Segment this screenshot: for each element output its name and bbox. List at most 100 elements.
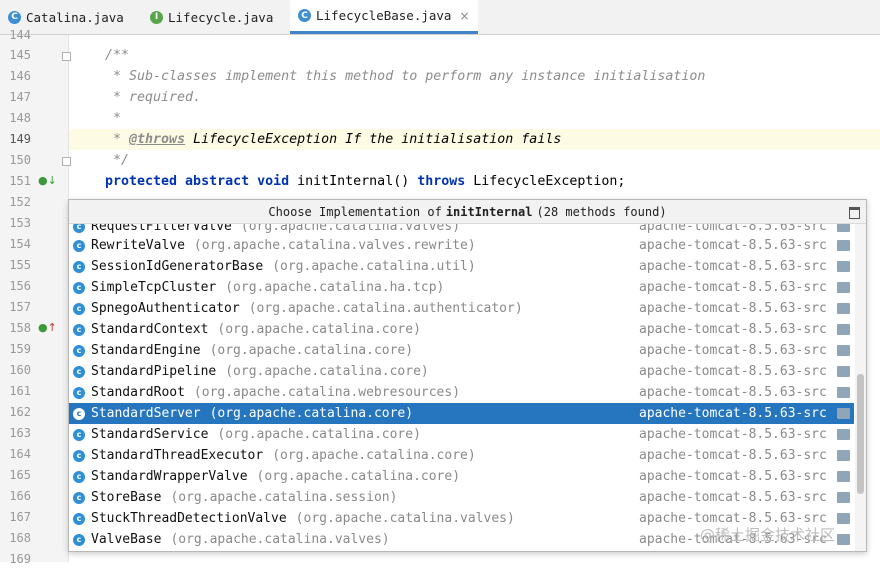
line-number: 151 xyxy=(9,174,31,188)
class-name: RequestFilterValve xyxy=(91,224,232,234)
class-icon: c xyxy=(73,491,85,504)
implementation-list[interactable]: c RequestFilterValve (org.apache.catalin… xyxy=(69,224,854,551)
list-item[interactable]: c StoreBase (org.apache.catalina.session… xyxy=(69,487,854,508)
list-item[interactable]: c StandardThreadExecutor (org.apache.cat… xyxy=(69,445,854,466)
line-number: 146 xyxy=(9,69,31,83)
list-item[interactable]: c StandardEngine (org.apache.catalina.co… xyxy=(69,340,854,361)
package-name: (org.apache.catalina.core) xyxy=(217,427,421,442)
implemented-method-icon[interactable]: ●↓ xyxy=(38,174,57,187)
line-number: 157 xyxy=(9,300,31,314)
folder-icon xyxy=(837,261,850,272)
list-item[interactable]: c SpnegoAuthenticator (org.apache.catali… xyxy=(69,298,854,319)
module-name: apache-tomcat-8.5.63-src xyxy=(639,385,827,400)
code-line: * Sub-classes implement this method to p… xyxy=(105,69,706,84)
module-name: apache-tomcat-8.5.63-src xyxy=(639,406,827,421)
code-line: * @throws LifecycleException If the init… xyxy=(105,129,561,150)
fold-marker-icon[interactable] xyxy=(62,157,71,166)
line-number: 167 xyxy=(9,510,31,524)
class-name: StandardContext xyxy=(91,322,209,337)
class-icon: c xyxy=(73,407,85,420)
module-name: apache-tomcat-8.5.63-src xyxy=(639,259,827,274)
list-item[interactable]: c StandardContext (org.apache.catalina.c… xyxy=(69,319,854,340)
tab-label: Catalina.java xyxy=(26,9,124,25)
keyword: protected abstract void xyxy=(105,174,290,189)
javadoc-tag: @throws xyxy=(129,132,186,147)
module-name: apache-tomcat-8.5.63-src xyxy=(639,238,827,253)
line-number: 150 xyxy=(9,153,31,167)
list-item[interactable]: c RewriteValve (org.apache.catalina.valv… xyxy=(69,235,854,256)
list-item[interactable]: c SimpleTcpCluster (org.apache.catalina.… xyxy=(69,277,854,298)
class-name: StuckThreadDetectionValve xyxy=(91,511,287,526)
interface-icon: I xyxy=(150,10,163,24)
package-name: (org.apache.catalina.util) xyxy=(272,259,476,274)
code-line: * required. xyxy=(105,90,202,105)
module-name: apache-tomcat-8.5.63-src xyxy=(639,427,827,442)
choose-implementation-popup[interactable]: Choose Implementation of initInternal (2… xyxy=(68,199,867,552)
code-token: LifecycleException If the initialisation… xyxy=(185,132,561,147)
tab-lifecyclebase-java[interactable]: C LifecycleBase.java × xyxy=(290,0,478,34)
class-icon: c xyxy=(73,239,85,252)
list-item[interactable]: c StandardWrapperValve (org.apache.catal… xyxy=(69,466,854,487)
line-number: 169 xyxy=(9,552,31,566)
module-name: apache-tomcat-8.5.63-src xyxy=(639,469,827,484)
folder-icon xyxy=(837,492,850,503)
list-item[interactable]: c StandardService (org.apache.catalina.c… xyxy=(69,424,854,445)
list-item[interactable]: c SessionIdGeneratorBase (org.apache.cat… xyxy=(69,256,854,277)
module-name: apache-tomcat-8.5.63-src xyxy=(639,301,827,316)
line-number: 158 xyxy=(9,321,31,335)
folder-icon xyxy=(837,408,850,419)
class-icon: C xyxy=(8,10,21,24)
line-number: 153 xyxy=(9,216,31,230)
class-icon: c xyxy=(73,323,85,336)
class-name: StandardServer xyxy=(91,406,201,421)
module-name: apache-tomcat-8.5.63-src xyxy=(639,280,827,295)
class-name: StandardWrapperValve xyxy=(91,469,248,484)
code-line: /** xyxy=(105,48,130,63)
overriding-method-icon[interactable]: ●↑ xyxy=(38,321,57,334)
folder-icon xyxy=(837,471,850,482)
line-number: 148 xyxy=(9,111,31,125)
class-icon: c xyxy=(73,386,85,399)
class-icon: c xyxy=(73,365,85,378)
package-name: (org.apache.catalina.core) xyxy=(209,343,414,358)
module-name: apache-tomcat-8.5.63-src xyxy=(639,343,827,358)
package-name: (org.apache.catalina.valves.rewrite) xyxy=(193,238,476,253)
folder-icon xyxy=(837,240,850,251)
popup-scrollbar[interactable] xyxy=(855,224,866,551)
line-number: 149 xyxy=(9,132,31,146)
class-icon: c xyxy=(73,302,85,315)
code-line: * xyxy=(105,111,122,126)
class-icon: c xyxy=(73,533,85,546)
package-name: (org.apache.catalina.valves) xyxy=(295,511,515,526)
class-name: RewriteValve xyxy=(91,238,185,253)
scrollbar-thumb[interactable] xyxy=(857,374,864,494)
package-name: (org.apache.catalina.core) xyxy=(272,448,476,463)
line-number: 162 xyxy=(9,405,31,419)
folder-icon xyxy=(837,366,850,377)
tab-label: Lifecycle.java xyxy=(168,9,274,25)
class-icon: c xyxy=(73,344,85,357)
line-number: 160 xyxy=(9,363,31,377)
module-name: apache-tomcat-8.5.63-src xyxy=(639,490,827,505)
folder-icon xyxy=(837,429,850,440)
list-item[interactable]: c StandardRoot (org.apache.catalina.webr… xyxy=(69,382,854,403)
package-name: (org.apache.catalina.valves) xyxy=(240,224,461,234)
class-icon: c xyxy=(73,224,85,233)
class-name: StandardPipeline xyxy=(91,364,217,379)
popup-title-method: initInternal xyxy=(445,204,533,219)
code-token: * xyxy=(105,132,130,147)
popup-header: Choose Implementation of initInternal (2… xyxy=(69,200,866,224)
class-icon: c xyxy=(73,428,85,441)
code-token: LifecycleException If the initialisation… xyxy=(185,132,562,147)
code-token: LifecycleException; xyxy=(465,174,626,189)
folder-icon xyxy=(837,224,850,232)
close-tab-icon[interactable]: × xyxy=(459,9,469,23)
list-item[interactable]: c StandardPipeline (org.apache.catalina.… xyxy=(69,361,854,382)
line-number: 144 xyxy=(9,28,31,42)
list-item-selected[interactable]: c StandardServer (org.apache.catalina.co… xyxy=(69,403,854,424)
pin-icon[interactable] xyxy=(849,207,860,219)
fold-marker-icon[interactable] xyxy=(62,52,71,61)
line-number: 166 xyxy=(9,489,31,503)
code-line: protected abstract void initInternal() t… xyxy=(105,171,625,192)
tab-lifecycle-java[interactable]: I Lifecycle.java xyxy=(150,0,273,34)
